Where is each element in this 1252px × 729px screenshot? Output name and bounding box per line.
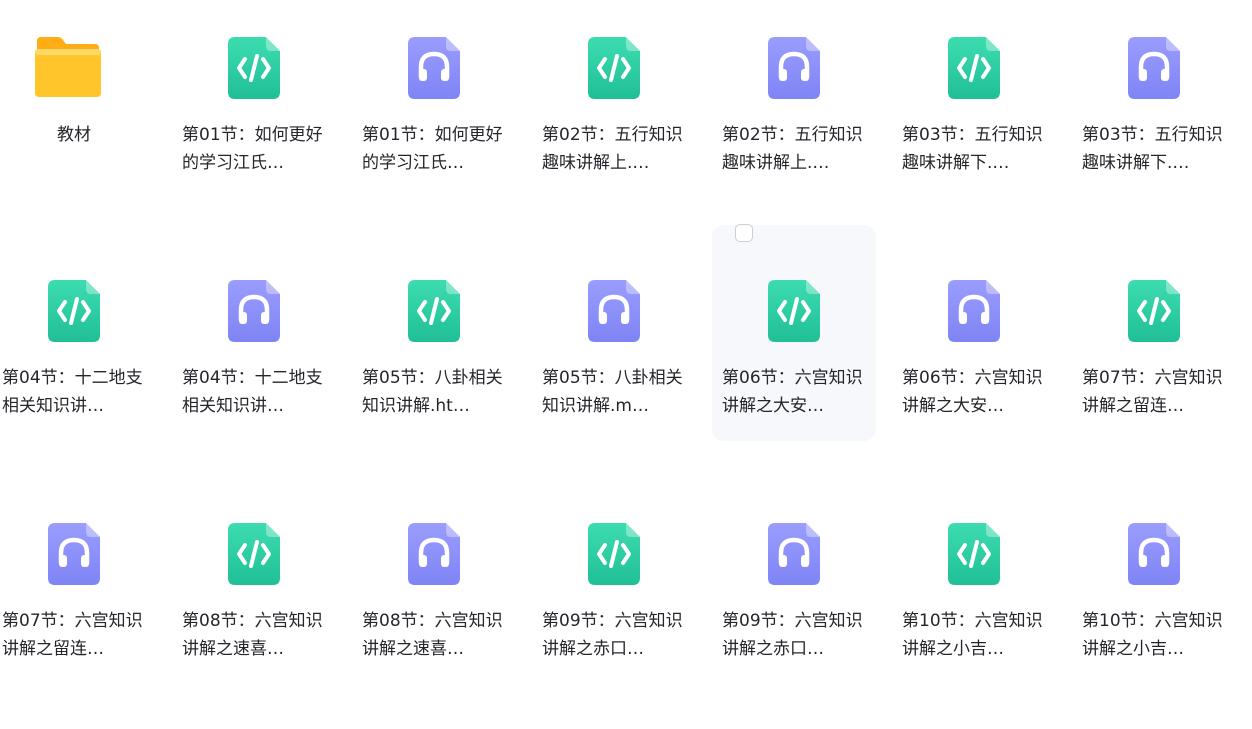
file-item[interactable]: 第01节：如何更好的学习江氏… bbox=[344, 0, 524, 243]
file-item[interactable]: 第10节：六宫知识讲解之小吉… bbox=[884, 486, 1064, 729]
file-item[interactable]: 第10节：六宫知识讲解之小吉… bbox=[1064, 486, 1244, 729]
code-file-icon bbox=[1128, 280, 1180, 342]
folder-item[interactable]: 教材 bbox=[0, 0, 164, 243]
file-name-label: 第03节：五行知识趣味讲解下.… bbox=[1082, 125, 1223, 173]
file-name-label: 第01节：如何更好的学习江氏… bbox=[362, 125, 503, 173]
file-name-label: 第08节：六宫知识讲解之速喜… bbox=[182, 611, 323, 659]
file-name-label: 第04节：十二地支相关知识讲… bbox=[2, 368, 143, 416]
code-file-icon bbox=[768, 280, 820, 342]
audio-file-icon bbox=[768, 37, 820, 99]
file-item[interactable]: 第08节：六宫知识讲解之速喜… bbox=[164, 486, 344, 729]
file-name-label: 第06节：六宫知识讲解之大安… bbox=[902, 368, 1043, 416]
file-name-label: 第09节：六宫知识讲解之赤口… bbox=[542, 611, 683, 659]
file-name-label: 第07节：六宫知识讲解之留连… bbox=[2, 611, 143, 659]
file-item[interactable]: 第07节：六宫知识讲解之留连… bbox=[1064, 243, 1244, 486]
file-item[interactable]: 第05节：八卦相关知识讲解.m… bbox=[524, 243, 704, 486]
audio-file-icon bbox=[588, 280, 640, 342]
file-item[interactable]: 第06节：六宫知识讲解之大安… bbox=[884, 243, 1064, 486]
code-file-icon bbox=[48, 280, 100, 342]
file-name-label: 第09节：六宫知识讲解之赤口… bbox=[722, 611, 863, 659]
file-item[interactable]: 第03节：五行知识趣味讲解下.… bbox=[884, 0, 1064, 243]
code-file-icon bbox=[228, 523, 280, 585]
file-grid: 教材 第01节：如何更好的学习江氏… 第01节：如何更好的学习江氏… 第02节：… bbox=[0, 0, 1244, 729]
audio-file-icon bbox=[948, 280, 1000, 342]
file-item[interactable]: 第07节：六宫知识讲解之留连… bbox=[0, 486, 164, 729]
file-item[interactable]: 第01节：如何更好的学习江氏… bbox=[164, 0, 344, 243]
code-file-icon bbox=[948, 37, 1000, 99]
file-name-label: 第04节：十二地支相关知识讲… bbox=[182, 368, 323, 416]
code-file-icon bbox=[588, 37, 640, 99]
audio-file-icon bbox=[408, 37, 460, 99]
folder-icon bbox=[33, 35, 103, 99]
file-name-label: 第05节：八卦相关知识讲解.ht… bbox=[362, 368, 503, 416]
audio-file-icon bbox=[1128, 523, 1180, 585]
select-checkbox[interactable] bbox=[735, 224, 753, 242]
file-name-label: 第02节：五行知识趣味讲解上.… bbox=[722, 125, 863, 173]
file-name-label: 第10节：六宫知识讲解之小吉… bbox=[902, 611, 1043, 659]
code-file-icon bbox=[948, 523, 1000, 585]
audio-file-icon bbox=[408, 523, 460, 585]
code-file-icon bbox=[228, 37, 280, 99]
file-name-label: 教材 bbox=[57, 125, 91, 145]
code-file-icon bbox=[408, 280, 460, 342]
file-item[interactable]: 第09节：六宫知识讲解之赤口… bbox=[524, 486, 704, 729]
file-item[interactable]: 第04节：十二地支相关知识讲… bbox=[164, 243, 344, 486]
file-item[interactable]: 第03节：五行知识趣味讲解下.… bbox=[1064, 0, 1244, 243]
file-name-label: 第01节：如何更好的学习江氏… bbox=[182, 125, 323, 173]
file-name-label: 第02节：五行知识趣味讲解上.… bbox=[542, 125, 683, 173]
file-item[interactable]: 第02节：五行知识趣味讲解上.… bbox=[704, 0, 884, 243]
file-item[interactable]: 第09节：六宫知识讲解之赤口… bbox=[704, 486, 884, 729]
audio-file-icon bbox=[768, 523, 820, 585]
file-item[interactable]: 第04节：十二地支相关知识讲… bbox=[0, 243, 164, 486]
file-item[interactable]: 第08节：六宫知识讲解之速喜… bbox=[344, 486, 524, 729]
audio-file-icon bbox=[228, 280, 280, 342]
file-name-label: 第08节：六宫知识讲解之速喜… bbox=[362, 611, 503, 659]
audio-file-icon bbox=[1128, 37, 1180, 99]
file-name-label: 第07节：六宫知识讲解之留连… bbox=[1082, 368, 1223, 416]
file-name-label: 第06节：六宫知识讲解之大安… bbox=[722, 368, 863, 416]
file-name-label: 第05节：八卦相关知识讲解.m… bbox=[542, 368, 683, 416]
file-name-label: 第10节：六宫知识讲解之小吉… bbox=[1082, 611, 1223, 659]
file-item[interactable]: 第06节：六宫知识讲解之大安… bbox=[704, 224, 884, 486]
code-file-icon bbox=[588, 523, 640, 585]
file-name-label: 第03节：五行知识趣味讲解下.… bbox=[902, 125, 1043, 173]
audio-file-icon bbox=[48, 523, 100, 585]
file-item[interactable]: 第05节：八卦相关知识讲解.ht… bbox=[344, 243, 524, 486]
file-item[interactable]: 第02节：五行知识趣味讲解上.… bbox=[524, 0, 704, 243]
